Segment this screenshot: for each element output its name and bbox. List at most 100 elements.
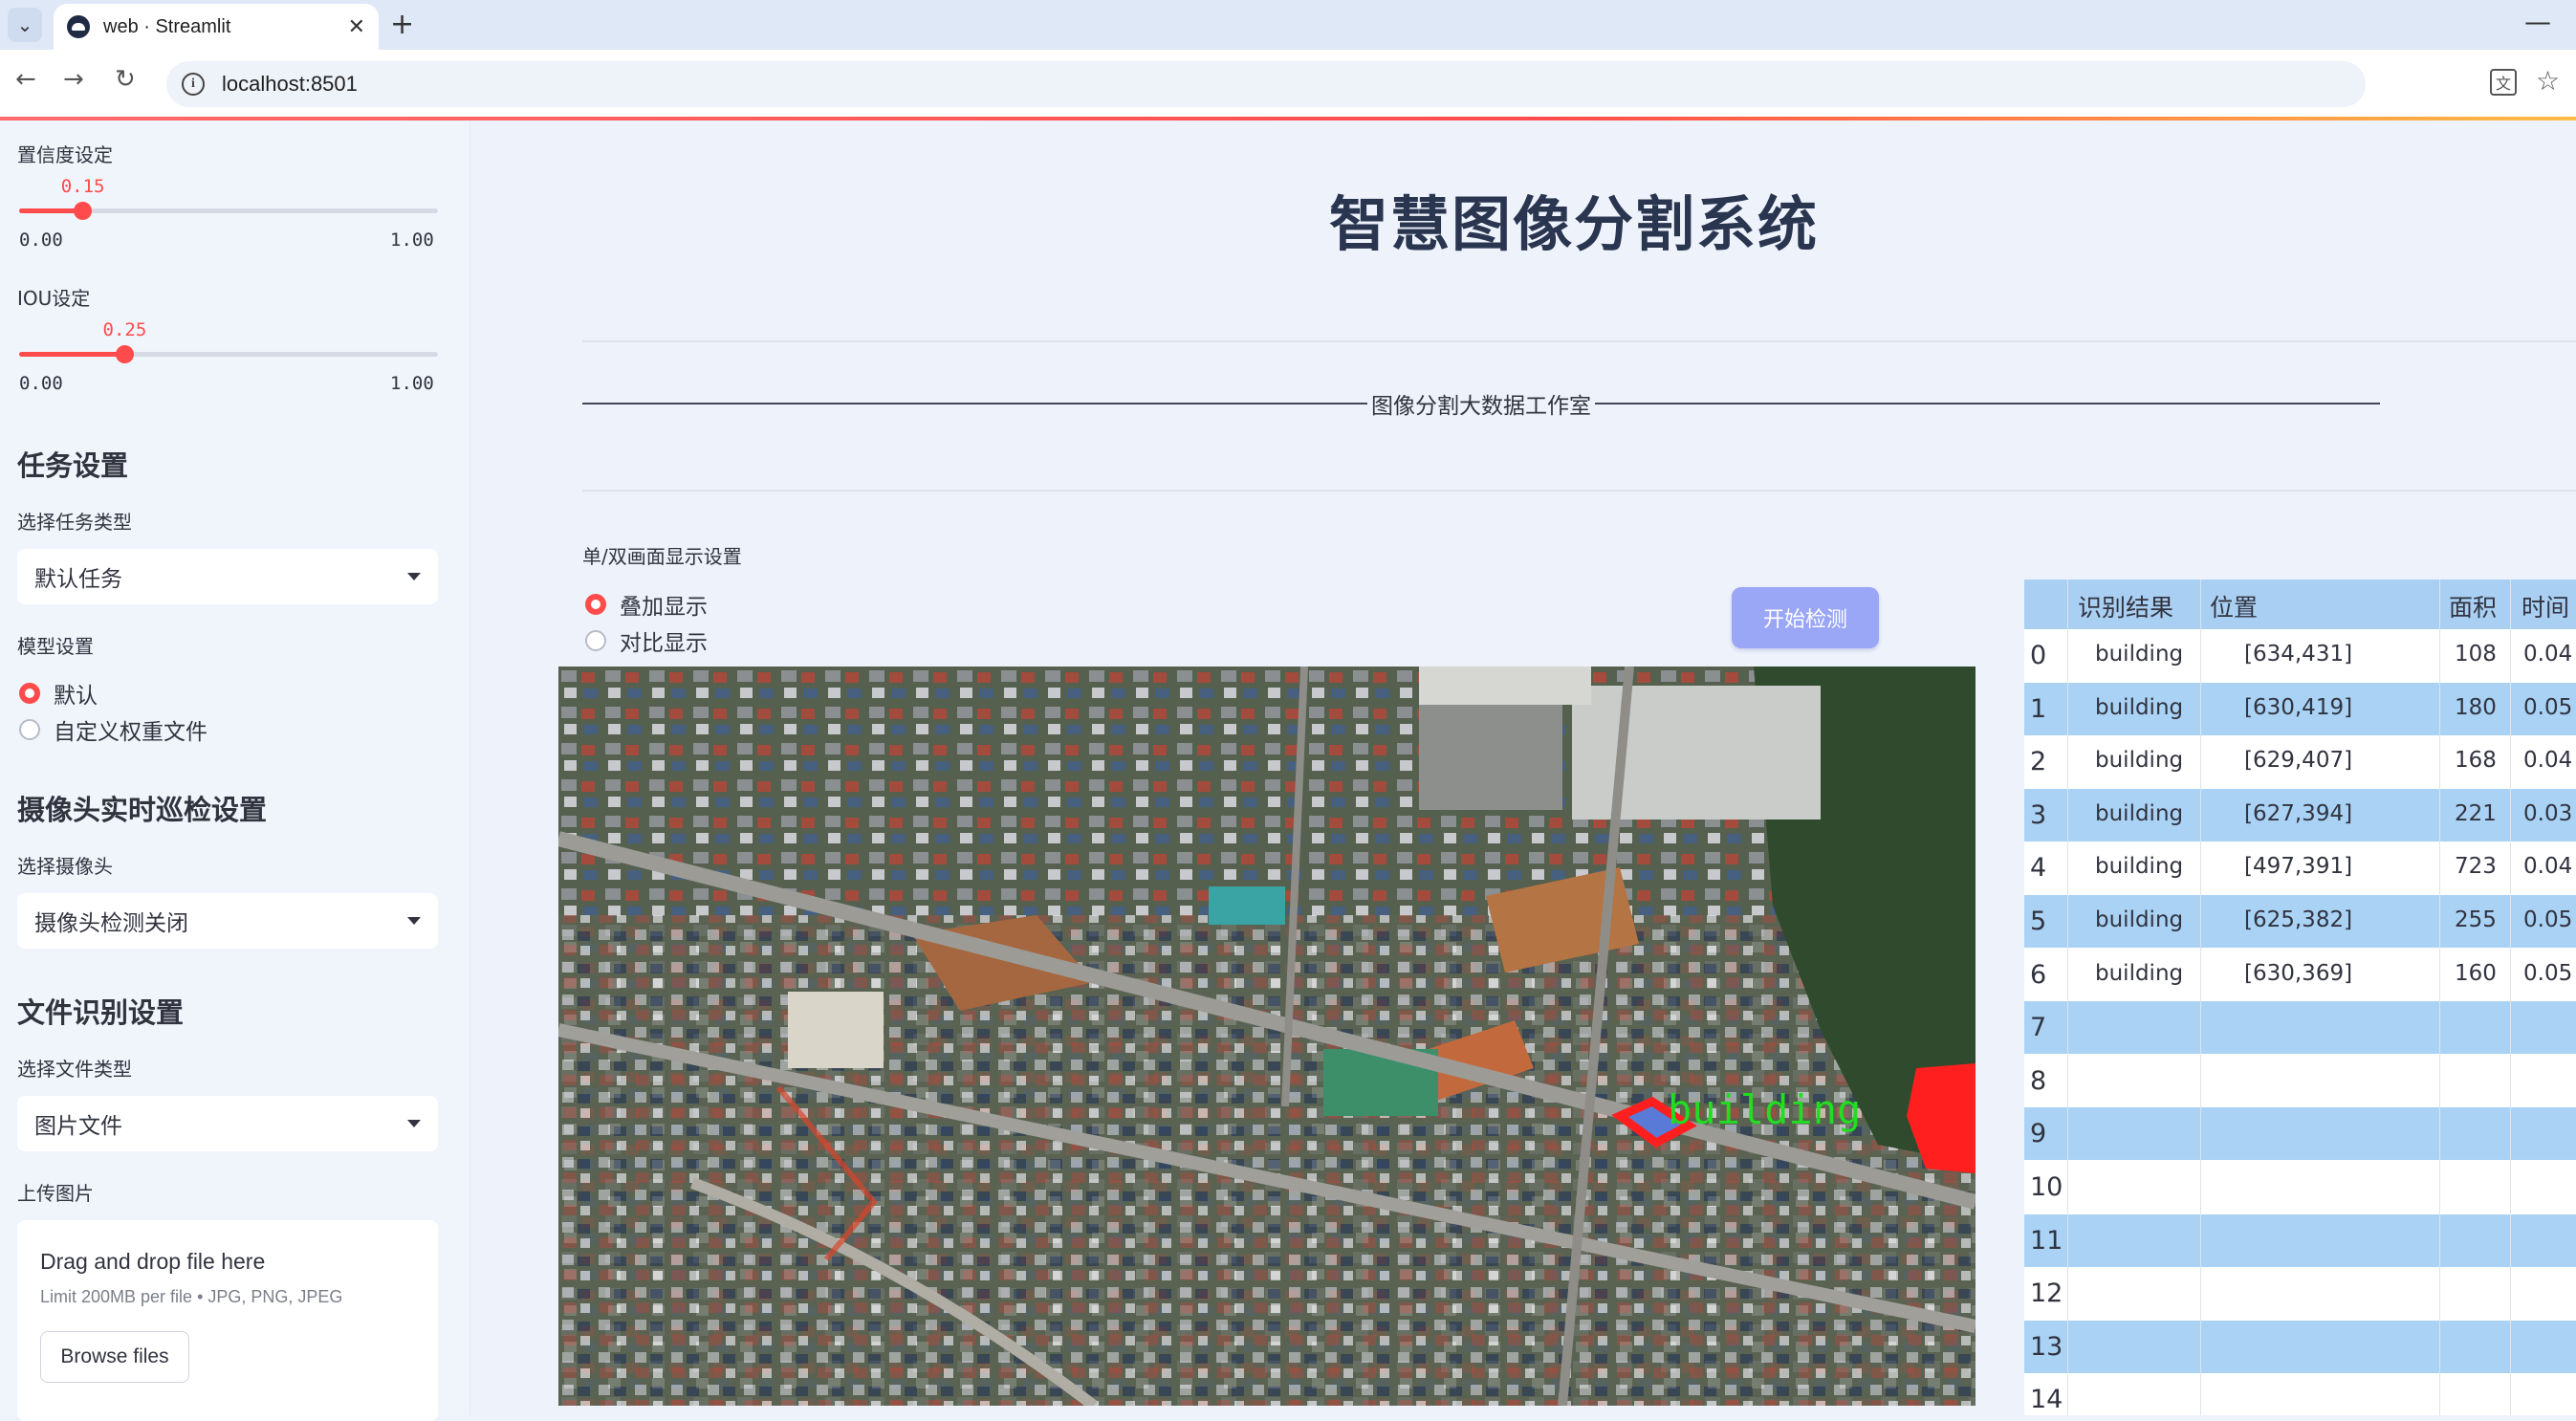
table-row[interactable]: 5 building [625,382] 255 0.05 bbox=[2024, 895, 2576, 948]
cell-position: [627,394] bbox=[2244, 800, 2353, 826]
table-row[interactable]: 0 building [634,431] 108 0.04 bbox=[2024, 629, 2576, 682]
window-minimize-icon[interactable]: — bbox=[2524, 6, 2551, 37]
cell-area: 221 bbox=[2455, 800, 2497, 826]
browser-tab[interactable]: web · Streamlit ✕ bbox=[54, 4, 379, 50]
confidence-slider-thumb[interactable] bbox=[73, 202, 92, 220]
col-divider bbox=[2200, 579, 2201, 1415]
row-index: 11 bbox=[2030, 1225, 2063, 1256]
cell-time: 0.03 bbox=[2523, 800, 2573, 826]
browse-files-button[interactable]: Browse files bbox=[40, 1331, 189, 1383]
table-row[interactable]: 2 building [629,407] 168 0.04 bbox=[2024, 735, 2576, 789]
task-settings-header: 任务设置 bbox=[17, 449, 129, 482]
confidence-max: 1.00 bbox=[390, 230, 434, 251]
streamlit-favicon-icon bbox=[67, 15, 90, 38]
tab-list-chevron-icon[interactable]: ⌄ bbox=[8, 8, 42, 42]
reload-icon[interactable]: ↻ bbox=[115, 65, 136, 94]
cell-result: building bbox=[2095, 694, 2184, 720]
col-header-area[interactable]: 面积 bbox=[2449, 589, 2497, 623]
cell-result: building bbox=[2095, 960, 2184, 986]
bookmark-star-icon[interactable]: ☆ bbox=[2536, 65, 2560, 97]
iou-slider-fill bbox=[19, 352, 124, 357]
model-radio-default[interactable]: 默认 bbox=[19, 677, 98, 710]
table-row[interactable]: 6 building [630,369] 160 0.05 bbox=[2024, 948, 2576, 1001]
col-divider bbox=[2439, 579, 2440, 1415]
cell-time: 0.04 bbox=[2523, 748, 2573, 774]
cell-area: 723 bbox=[2455, 854, 2497, 880]
cell-result: building bbox=[2095, 642, 2184, 667]
cell-position: [634,431] bbox=[2244, 642, 2353, 667]
dash-right bbox=[1595, 403, 2380, 404]
subtitle-line: 图像分割大数据工作室 bbox=[582, 389, 2380, 419]
iou-slider[interactable] bbox=[19, 345, 438, 363]
back-arrow-icon[interactable]: ← bbox=[15, 65, 36, 94]
file-settings-header: 文件识别设置 bbox=[17, 996, 185, 1029]
table-header: 识别结果 位置 面积 时间 bbox=[2024, 579, 2576, 629]
table-row[interactable]: 4 building [497,391] 723 0.04 bbox=[2024, 842, 2576, 895]
cell-area: 255 bbox=[2455, 907, 2497, 932]
iou-slider-thumb[interactable] bbox=[115, 345, 134, 363]
camera-select[interactable]: 摄像头检测关闭 bbox=[17, 893, 438, 949]
cell-result: building bbox=[2095, 907, 2184, 932]
page-title: 智慧图像分割系统 bbox=[1329, 189, 1820, 259]
file-type-value: 图片文件 bbox=[34, 1114, 122, 1139]
site-info-icon[interactable]: i bbox=[182, 73, 205, 96]
table-row[interactable]: 7 bbox=[2024, 1001, 2576, 1055]
col-header-position[interactable]: 位置 bbox=[2210, 589, 2258, 623]
file-type-select[interactable]: 图片文件 bbox=[17, 1096, 438, 1151]
radio-selected-icon bbox=[19, 683, 40, 704]
confidence-slider[interactable] bbox=[19, 202, 438, 220]
row-index: 4 bbox=[2030, 853, 2047, 884]
cell-time: 0.05 bbox=[2523, 907, 2573, 932]
camera-select-value: 摄像头检测关闭 bbox=[34, 911, 188, 936]
results-table[interactable]: 识别结果 位置 面积 时间 0 building [634,431] 108 0.04 1… bbox=[2024, 579, 2576, 1415]
cell-result: building bbox=[2095, 748, 2184, 774]
row-index: 5 bbox=[2030, 907, 2047, 936]
model-radio-custom[interactable]: 自定义权重文件 bbox=[19, 713, 207, 746]
table-row[interactable]: 13 bbox=[2024, 1320, 2576, 1373]
display-radio-compare-label: 对比显示 bbox=[620, 631, 708, 656]
confidence-slider-fill bbox=[19, 208, 82, 213]
table-row[interactable]: 8 bbox=[2024, 1054, 2576, 1107]
cell-position: [629,407] bbox=[2244, 748, 2353, 774]
start-detection-button[interactable]: 开始检测 bbox=[1732, 587, 1879, 648]
cell-position: [630,419] bbox=[2244, 694, 2353, 720]
studio-subtitle: 图像分割大数据工作室 bbox=[1371, 394, 1591, 419]
model-radio-custom-label: 自定义权重文件 bbox=[54, 720, 207, 745]
row-index: 3 bbox=[2030, 799, 2047, 830]
table-row[interactable]: 11 bbox=[2024, 1213, 2576, 1267]
row-index: 7 bbox=[2030, 1013, 2047, 1043]
table-row[interactable]: 9 bbox=[2024, 1107, 2576, 1161]
url-omnibox[interactable]: i localhost:8501 bbox=[166, 61, 2366, 107]
cell-time: 0.05 bbox=[2523, 960, 2573, 986]
table-row[interactable]: 1 building [630,419] 180 0.05 bbox=[2024, 682, 2576, 735]
cell-position: [625,382] bbox=[2244, 907, 2353, 932]
forward-arrow-icon[interactable]: → bbox=[63, 65, 84, 94]
row-index: 8 bbox=[2030, 1065, 2047, 1096]
detection-label: building bbox=[1668, 1086, 1861, 1133]
row-index: 2 bbox=[2030, 747, 2047, 777]
chevron-down-icon bbox=[407, 573, 421, 580]
url-text[interactable]: localhost:8501 bbox=[222, 72, 358, 97]
address-bar: ← → ↻ i localhost:8501 文 ☆ bbox=[0, 50, 2576, 119]
task-type-value: 默认任务 bbox=[34, 567, 122, 592]
col-divider bbox=[2067, 579, 2068, 1415]
display-radio-overlay[interactable]: 叠加显示 bbox=[585, 588, 708, 621]
col-header-result[interactable]: 识别结果 bbox=[2078, 589, 2173, 623]
col-header-time[interactable]: 时间 bbox=[2521, 589, 2569, 623]
cell-result: building bbox=[2095, 854, 2184, 880]
browser-tab-bar: ⌄ web · Streamlit ✕ + — bbox=[0, 0, 2576, 50]
table-row[interactable]: 3 building [627,394] 221 0.03 bbox=[2024, 788, 2576, 842]
model-settings-label: 模型设置 bbox=[17, 635, 94, 658]
cell-area: 108 bbox=[2455, 642, 2497, 667]
radio-unselected-icon bbox=[585, 630, 606, 651]
table-row[interactable]: 14 bbox=[2024, 1373, 2576, 1415]
tab-close-icon[interactable]: ✕ bbox=[348, 15, 365, 39]
table-row[interactable]: 12 bbox=[2024, 1267, 2576, 1321]
table-row[interactable]: 10 bbox=[2024, 1161, 2576, 1213]
file-dropzone[interactable]: Drag and drop file here Limit 200MB per … bbox=[17, 1220, 438, 1421]
display-radio-compare[interactable]: 对比显示 bbox=[585, 624, 708, 657]
translate-icon[interactable]: 文 bbox=[2490, 69, 2517, 96]
task-type-select[interactable]: 默认任务 bbox=[17, 549, 438, 604]
tab-title: web · Streamlit bbox=[103, 15, 231, 37]
new-tab-plus-icon[interactable]: + bbox=[390, 8, 414, 41]
